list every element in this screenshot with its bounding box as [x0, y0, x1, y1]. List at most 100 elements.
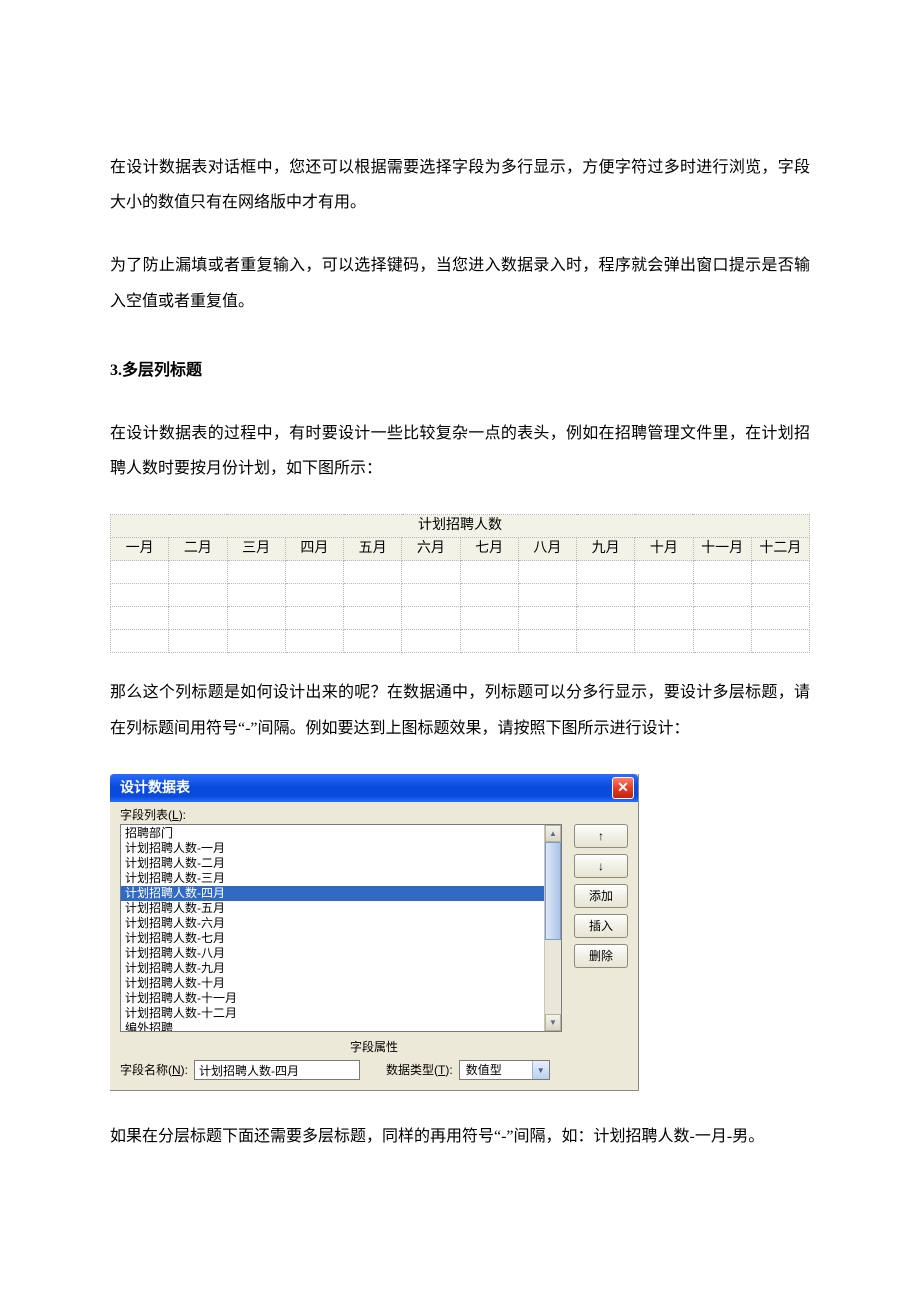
field-listbox[interactable]: 招聘部门计划招聘人数-一月计划招聘人数-二月计划招聘人数-三月计划招聘人数-四月… [120, 824, 562, 1032]
scroll-thumb[interactable] [545, 842, 561, 940]
table-cell [460, 630, 518, 653]
table-cell [169, 584, 227, 607]
scroll-track[interactable] [545, 842, 561, 1014]
close-icon: ✕ [617, 779, 629, 796]
list-item[interactable]: 计划招聘人数-十月 [121, 976, 544, 991]
list-item[interactable]: 计划招聘人数-七月 [121, 931, 544, 946]
data-type-label: 数据类型(T): [386, 1063, 453, 1077]
table-cell [518, 630, 576, 653]
scrollbar[interactable]: ▲ ▼ [544, 825, 561, 1031]
table-cell [693, 607, 751, 630]
table-cell [285, 561, 343, 584]
table-cell [635, 630, 693, 653]
table-cell [111, 607, 169, 630]
table-cell [577, 630, 635, 653]
field-list-label: 字段列表(L): [120, 808, 628, 822]
table-row [111, 630, 810, 653]
table-cell [460, 561, 518, 584]
list-item[interactable]: 计划招聘人数-六月 [121, 916, 544, 931]
month-header: 十一月 [693, 538, 751, 561]
delete-button[interactable]: 删除 [574, 944, 628, 968]
list-item[interactable]: 计划招聘人数-五月 [121, 901, 544, 916]
list-item[interactable]: 计划招聘人数-四月 [121, 886, 544, 901]
data-type-value: 数值型 [460, 1063, 532, 1077]
field-properties-title: 字段属性 [120, 1032, 628, 1060]
table-cell [344, 584, 402, 607]
table-cell [518, 561, 576, 584]
table-cell [577, 584, 635, 607]
table-cell [693, 561, 751, 584]
month-header: 九月 [577, 538, 635, 561]
month-header: 八月 [518, 538, 576, 561]
field-name-label: 字段名称(N): [120, 1063, 188, 1077]
table-cell [402, 561, 460, 584]
table-cell [635, 607, 693, 630]
table-cell [518, 584, 576, 607]
move-down-button[interactable]: ↓ [574, 854, 628, 878]
example-table: 计划招聘人数 一月二月三月四月五月六月七月八月九月十月十一月十二月 [110, 514, 810, 653]
table-cell [169, 561, 227, 584]
list-item[interactable]: 计划招聘人数-九月 [121, 961, 544, 976]
table-cell [402, 584, 460, 607]
dialog-title: 设计数据表 [120, 779, 612, 796]
table-cell [227, 607, 285, 630]
table-cell [285, 607, 343, 630]
insert-button[interactable]: 插入 [574, 914, 628, 938]
dialog-titlebar[interactable]: 设计数据表 ✕ [110, 774, 638, 802]
paragraph: 为了防止漏填或者重复输入，可以选择键码，当您进入数据录入时，程序就会弹出窗口提示… [110, 248, 810, 318]
list-item[interactable]: 招聘部门 [121, 826, 544, 841]
table-cell [169, 630, 227, 653]
list-item[interactable]: 计划招聘人数-三月 [121, 871, 544, 886]
scroll-up-icon[interactable]: ▲ [545, 825, 561, 842]
table-cell [751, 607, 809, 630]
list-item[interactable]: 计划招聘人数-十一月 [121, 991, 544, 1006]
table-cell [460, 607, 518, 630]
table-cell [635, 584, 693, 607]
table-cell [344, 607, 402, 630]
table-cell [577, 607, 635, 630]
table-cell [227, 561, 285, 584]
list-item[interactable]: 编外招聘 [121, 1021, 544, 1031]
month-header: 一月 [111, 538, 169, 561]
data-type-select[interactable]: 数值型 ▼ [459, 1060, 550, 1080]
close-button[interactable]: ✕ [612, 777, 634, 799]
table-cell [751, 630, 809, 653]
list-item[interactable]: 计划招聘人数-二月 [121, 856, 544, 871]
table-top-header: 计划招聘人数 [111, 515, 810, 538]
table-cell [344, 630, 402, 653]
table-row [111, 607, 810, 630]
chevron-down-icon: ▼ [532, 1061, 549, 1079]
list-item[interactable]: 计划招聘人数-十二月 [121, 1006, 544, 1021]
table-cell [111, 584, 169, 607]
table-cell [227, 630, 285, 653]
table-cell [285, 584, 343, 607]
table-row [111, 584, 810, 607]
table-cell [285, 630, 343, 653]
section-heading: 3.多层列标题 [110, 353, 810, 388]
table-cell [751, 561, 809, 584]
paragraph: 那么这个列标题是如何设计出来的呢？在数据通中，列标题可以分多行显示，要设计多层标… [110, 675, 810, 745]
table-cell [751, 584, 809, 607]
table-cell [111, 630, 169, 653]
scroll-down-icon[interactable]: ▼ [545, 1014, 561, 1031]
table-row [111, 561, 810, 584]
move-up-button[interactable]: ↑ [574, 824, 628, 848]
month-header: 六月 [402, 538, 460, 561]
paragraph: 如果在分层标题下面还需要多层标题，同样的再用符号“-”间隔，如：计划招聘人数-一… [110, 1119, 810, 1154]
month-header: 三月 [227, 538, 285, 561]
month-header: 十月 [635, 538, 693, 561]
table-cell [402, 630, 460, 653]
table-cell [460, 584, 518, 607]
add-button[interactable]: 添加 [574, 884, 628, 908]
month-header: 二月 [169, 538, 227, 561]
month-header: 七月 [460, 538, 518, 561]
table-cell [402, 607, 460, 630]
table-cell [635, 561, 693, 584]
month-header: 四月 [285, 538, 343, 561]
list-item[interactable]: 计划招聘人数-八月 [121, 946, 544, 961]
field-name-input[interactable] [194, 1060, 360, 1080]
list-item[interactable]: 计划招聘人数-一月 [121, 841, 544, 856]
design-table-dialog: 设计数据表 ✕ 字段列表(L): 招聘部门计划招聘人数-一月计划招聘人数-二月计… [110, 774, 639, 1092]
months-row: 一月二月三月四月五月六月七月八月九月十月十一月十二月 [111, 538, 810, 561]
month-header: 十二月 [751, 538, 809, 561]
